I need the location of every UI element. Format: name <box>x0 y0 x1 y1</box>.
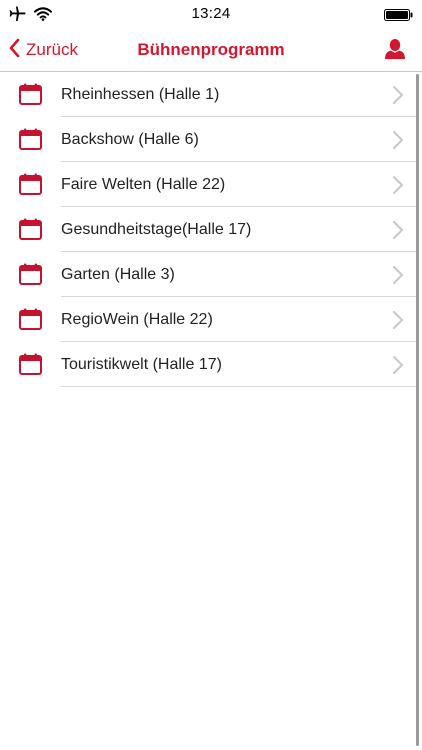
chevron-right-icon <box>392 220 404 240</box>
chevron-right-icon <box>392 310 404 330</box>
list-item-3[interactable]: Faire Welten (Halle 22) <box>0 162 416 207</box>
calendar-icon <box>19 83 42 105</box>
stage-program-list: Rheinhessen (Halle 1) Backshow (Halle 6) <box>0 72 416 387</box>
list-item-label: Touristikwelt (Halle 17) <box>61 356 222 373</box>
chevron-right-icon <box>392 355 404 375</box>
chevron-right-icon <box>392 130 404 150</box>
list-item-label: Gesundheitstage(Halle 17) <box>61 221 252 238</box>
list-item-label: RegioWein (Halle 22) <box>61 311 213 328</box>
scrollbar[interactable] <box>416 74 419 746</box>
calendar-icon <box>19 128 42 150</box>
list-item-label: Garten (Halle 3) <box>61 266 175 283</box>
screen: 13:24 Zurück Bühnenprogramm Rheinhessen … <box>0 0 422 750</box>
list-item-label: Faire Welten (Halle 22) <box>61 176 226 193</box>
list-item-6[interactable]: RegioWein (Halle 22) <box>0 297 416 342</box>
user-icon[interactable] <box>384 38 406 60</box>
calendar-icon <box>19 173 42 195</box>
list-item-label: Rheinhessen (Halle 1) <box>61 86 220 103</box>
status-time: 13:24 <box>191 5 231 22</box>
list-item-7[interactable]: Touristikwelt (Halle 17) <box>0 342 416 387</box>
status-bar: 13:24 <box>0 0 422 28</box>
chevron-right-icon <box>392 265 404 285</box>
calendar-icon <box>19 308 42 330</box>
list-item-1[interactable]: Rheinhessen (Halle 1) <box>0 72 416 117</box>
calendar-icon <box>19 263 42 285</box>
navigation-bar: Zurück Bühnenprogramm <box>0 28 422 72</box>
battery-icon <box>384 8 414 26</box>
separator <box>61 386 416 387</box>
list-item-2[interactable]: Backshow (Halle 6) <box>0 117 416 162</box>
calendar-icon <box>19 218 42 240</box>
list-item-4[interactable]: Gesundheitstage(Halle 17) <box>0 207 416 252</box>
chevron-right-icon <box>392 85 404 105</box>
list-item-5[interactable]: Garten (Halle 3) <box>0 252 416 297</box>
page-title: Bühnenprogramm <box>137 40 285 59</box>
list-item-label: Backshow (Halle 6) <box>61 131 199 148</box>
chevron-right-icon <box>392 175 404 195</box>
calendar-icon <box>19 353 42 375</box>
